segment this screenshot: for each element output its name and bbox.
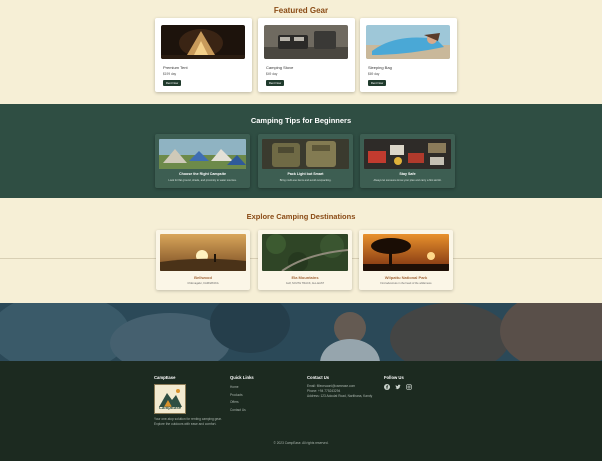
destination-name: Bellwood bbox=[194, 275, 212, 280]
campease-logo[interactable]: CampEase bbox=[154, 384, 186, 414]
gear-name: Camping Stove bbox=[266, 65, 294, 70]
featured-gear-section: Featured Gear Premium Tent $199 day Rent… bbox=[0, 0, 602, 104]
footer-follow: Follow Us bbox=[384, 375, 434, 390]
tip-title: Pack Light but Smart bbox=[287, 172, 324, 176]
rent-now-button[interactable]: Rent Now bbox=[163, 80, 181, 86]
social-links bbox=[384, 384, 434, 390]
tip-card: Pack Light but Smart Bring multi-use ite… bbox=[258, 134, 353, 188]
footer-link-home[interactable]: Home bbox=[230, 384, 290, 392]
gear-price: $69 day bbox=[368, 72, 380, 76]
tip-description: Always let someone know your plan and ca… bbox=[373, 179, 442, 182]
footer-brand: CampEase CampEase Your one-stop solution… bbox=[154, 375, 224, 427]
facebook-icon[interactable] bbox=[384, 384, 390, 390]
footer-link-offers[interactable]: Offers bbox=[230, 399, 290, 407]
destination-location: Chikmagalur, KARNATAKA bbox=[187, 282, 219, 285]
destination-location: Find adventure in the heart of the wilde… bbox=[380, 282, 432, 285]
camping-tips-section: Camping Tips for Beginners Choose the Ri… bbox=[0, 104, 602, 198]
footer-contact: Contact Us Email: filleorsaoni@camease.c… bbox=[307, 375, 377, 398]
logo-text: CampEase bbox=[158, 405, 182, 410]
destinations-section: Explore Camping Destinations Bellwood Ch… bbox=[0, 198, 602, 303]
gear-card[interactable]: Premium Tent $199 day Rent Now bbox=[155, 18, 252, 92]
copyright-text: © 2023 CampEase. All rights reserved. bbox=[273, 441, 329, 445]
mountain-railway-image bbox=[262, 234, 348, 271]
footer-link-products[interactable]: Products bbox=[230, 392, 290, 400]
rent-now-button[interactable]: Rent Now bbox=[368, 80, 386, 86]
first-aid-kit-image bbox=[364, 139, 451, 169]
destination-card[interactable]: Bellwood Chikmagalur, KARNATAKA bbox=[156, 230, 250, 290]
follow-us-title: Follow Us bbox=[384, 375, 404, 380]
gear-card[interactable]: Sleeping Bag $69 day Rent Now bbox=[360, 18, 457, 92]
footer-quick-links: Quick Links Home Products Offers Contact… bbox=[230, 375, 290, 414]
footer-brand-title: CampEase bbox=[154, 375, 176, 380]
camping-stove-image bbox=[264, 25, 348, 59]
tip-title: Choose the Right Campsite bbox=[179, 172, 226, 176]
contact-us-title: Contact Us bbox=[307, 375, 330, 380]
destination-card[interactable]: Ela Mountains Gulf, SOUTH TRACK, ALL-EAS… bbox=[258, 230, 352, 290]
community-photo-banner bbox=[0, 303, 602, 361]
tip-card: Stay Safe Always let someone know your p… bbox=[360, 134, 455, 188]
footer-brand-description: Your one-stop solution for renting campi… bbox=[154, 417, 222, 426]
destination-name: Wilpattu National Park bbox=[384, 275, 428, 280]
savanna-sunset-image bbox=[363, 234, 449, 271]
gear-name: Sleeping Bag bbox=[368, 65, 392, 70]
gear-price: $49 day bbox=[266, 72, 278, 76]
tip-description: Bring multi-use items and avoid overpack… bbox=[279, 179, 332, 182]
destination-card[interactable]: Wilpattu National Park Find adventure in… bbox=[359, 230, 453, 290]
gear-card[interactable]: Camping Stove $49 day Rent Now bbox=[258, 18, 355, 92]
tip-title: Stay Safe bbox=[399, 172, 416, 176]
destinations-title: Explore Camping Destinations bbox=[246, 212, 356, 221]
destination-location: Gulf, SOUTH TRACK, ALL-EAST bbox=[285, 282, 325, 285]
gear-name: Premium Tent bbox=[163, 65, 188, 70]
sleeping-bag-image bbox=[366, 25, 450, 59]
destination-name: Ela Mountains bbox=[291, 275, 319, 280]
backpack-image bbox=[262, 139, 349, 169]
gear-price: $199 day bbox=[163, 72, 177, 76]
sunset-hiker-image bbox=[160, 234, 246, 271]
campsite-image bbox=[159, 139, 246, 169]
camping-tips-title: Camping Tips for Beginners bbox=[250, 116, 352, 125]
quick-links-title: Quick Links bbox=[230, 375, 254, 380]
tent-image bbox=[161, 25, 245, 59]
instagram-icon[interactable] bbox=[406, 384, 412, 390]
featured-gear-title: Featured Gear bbox=[273, 6, 329, 15]
rent-now-button[interactable]: Rent Now bbox=[266, 80, 284, 86]
contact-address: Address: 123 Adoulat Road, Narithana, Ka… bbox=[307, 393, 373, 398]
tip-description: Look for flat ground, shade, and proximi… bbox=[168, 179, 237, 182]
twitter-icon[interactable] bbox=[395, 384, 401, 390]
tip-card: Choose the Right Campsite Look for flat … bbox=[155, 134, 250, 188]
site-footer: CampEase CampEase Your one-stop solution… bbox=[0, 361, 602, 461]
footer-link-contact[interactable]: Contact Us bbox=[230, 407, 290, 415]
